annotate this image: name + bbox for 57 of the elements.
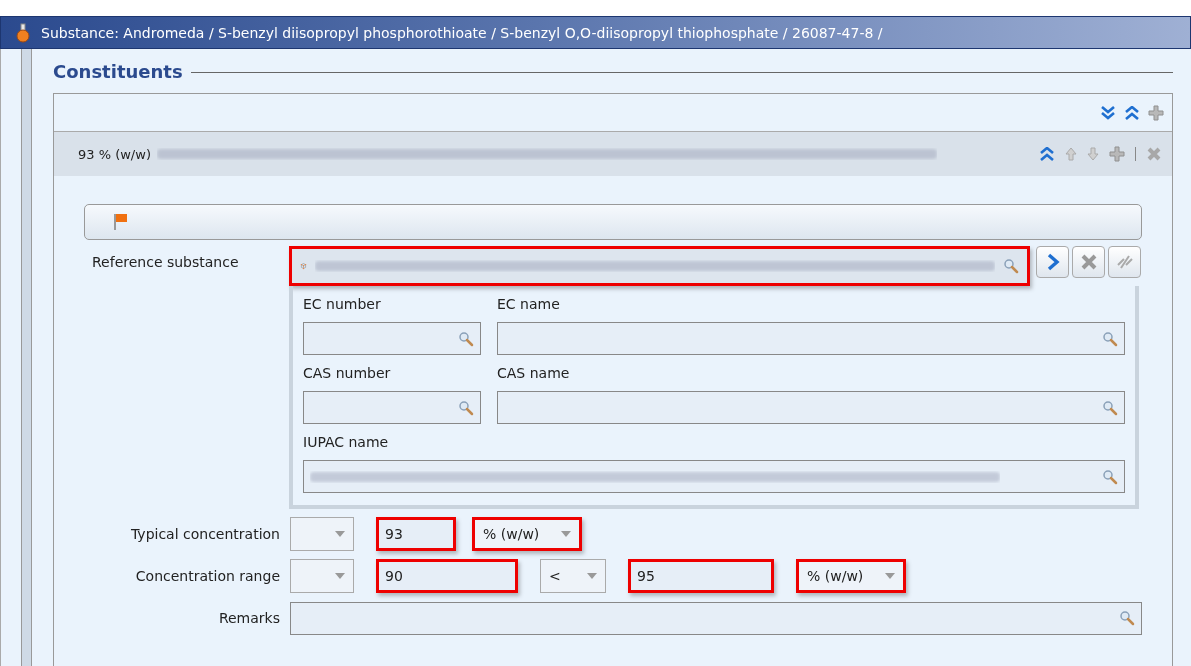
field-label: Reference substance <box>91 253 240 270</box>
text-field[interactable] <box>303 460 1125 493</box>
move-up-icon[interactable] <box>1065 147 1077 161</box>
text-field[interactable] <box>497 322 1125 355</box>
dropdown-arrow-icon <box>335 573 345 579</box>
field-label: Concentration range <box>134 568 281 584</box>
delete-icon[interactable] <box>1146 146 1162 162</box>
search-icon[interactable] <box>1102 330 1118 347</box>
field-label: CAS name <box>497 365 571 381</box>
link-icon <box>1115 253 1134 271</box>
dropdown-arrow-icon <box>587 573 597 579</box>
constituent-title: 93 % (w/w) <box>78 146 151 162</box>
search-icon[interactable] <box>1003 258 1019 274</box>
dropdown[interactable]: % (w/w) <box>796 559 906 593</box>
constituent-header[interactable]: 93 % (w/w) <box>54 132 1172 176</box>
add-icon[interactable] <box>1109 146 1125 162</box>
search-icon[interactable] <box>1102 399 1118 416</box>
collapse-all-icon[interactable] <box>1124 105 1140 120</box>
reference-substance-field[interactable] <box>289 246 1030 286</box>
close-icon <box>1079 253 1098 271</box>
dropdown[interactable] <box>290 517 354 551</box>
search-icon[interactable] <box>1119 610 1135 626</box>
field-label: IUPAC name <box>303 434 390 450</box>
flag-icon[interactable] <box>113 213 129 231</box>
move-down-icon[interactable] <box>1087 147 1099 161</box>
expand-all-icon[interactable] <box>1100 105 1116 120</box>
add-icon[interactable] <box>1148 104 1164 121</box>
search-icon[interactable] <box>458 330 474 347</box>
collapse-icon[interactable] <box>1039 147 1055 161</box>
flask-icon <box>15 22 31 43</box>
text-field[interactable] <box>497 391 1125 424</box>
field-label: EC number <box>303 296 382 312</box>
field-label: Typical concentration <box>130 526 281 542</box>
dropdown-arrow-icon <box>561 531 571 537</box>
go-to-button[interactable] <box>1036 246 1069 278</box>
text-field[interactable] <box>303 322 481 355</box>
remove-button[interactable] <box>1072 246 1105 278</box>
search-icon[interactable] <box>1102 468 1118 485</box>
dropdown-arrow-icon <box>885 573 895 579</box>
chevron-right-icon <box>1045 253 1060 271</box>
field-label: EC name <box>497 296 561 312</box>
search-icon[interactable] <box>458 399 474 416</box>
section-title: Constituents <box>53 60 183 82</box>
remarks-field[interactable] <box>290 601 1142 635</box>
number-field[interactable]: 90 <box>376 559 518 593</box>
text-field[interactable] <box>303 391 481 424</box>
window-title: Substance: Andromeda / S-benzyl diisopropyl phosphorothioate / S-benzyl O,O-diisopropyl thiophosphate / 26087-47-8 / <box>41 24 883 41</box>
dropdown[interactable]: < <box>540 559 606 593</box>
number-field[interactable]: 95 <box>628 559 774 593</box>
number-field[interactable]: 93 <box>376 517 456 551</box>
dropdown-arrow-icon <box>335 531 345 537</box>
field-label: CAS number <box>303 365 392 381</box>
dropdown[interactable] <box>290 559 354 593</box>
field-label: Remarks <box>217 610 281 626</box>
flag-bar[interactable] <box>84 204 1142 240</box>
link-button[interactable] <box>1108 246 1141 278</box>
dropdown[interactable]: % (w/w) <box>472 517 582 551</box>
